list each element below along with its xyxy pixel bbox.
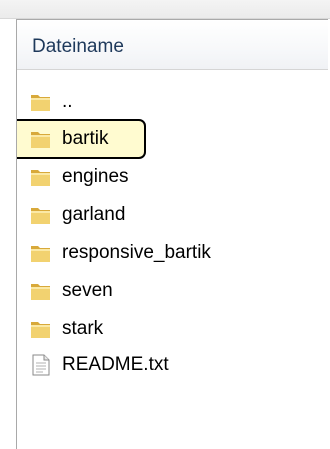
- column-header-filename[interactable]: Dateiname: [17, 20, 328, 70]
- column-header-label: Dateiname: [32, 36, 124, 57]
- folder-icon: [29, 90, 53, 114]
- list-item-engines[interactable]: engines: [17, 160, 328, 194]
- list-item-parent-dir[interactable]: ..: [17, 85, 328, 119]
- list-item-bartik[interactable]: bartik: [17, 119, 328, 159]
- folder-icon: [29, 279, 53, 303]
- list-item-label: README.txt: [62, 354, 169, 375]
- list-item-garland[interactable]: garland: [17, 198, 328, 232]
- folder-icon: [29, 317, 53, 341]
- file-list-pane: Dateiname .. bartik engines garland resp…: [16, 19, 328, 449]
- list-item-stark[interactable]: stark: [17, 312, 328, 346]
- list-item-seven[interactable]: seven: [17, 274, 328, 308]
- folder-icon: [29, 203, 53, 227]
- list-item-readme[interactable]: README.txt: [17, 348, 328, 382]
- window-top-strip: [0, 0, 330, 19]
- list-item-label: responsive_bartik: [62, 242, 211, 263]
- list-item-label: engines: [62, 166, 129, 187]
- folder-icon: [29, 241, 53, 265]
- list-item-responsive-bartik[interactable]: responsive_bartik: [17, 236, 328, 270]
- text-file-icon: [29, 353, 53, 377]
- folder-icon: [29, 127, 53, 151]
- list-item-label: ..: [62, 91, 73, 112]
- folder-icon: [29, 165, 53, 189]
- list-item-label: seven: [62, 280, 113, 301]
- list-item-label: bartik: [62, 128, 109, 149]
- list-item-label: stark: [62, 318, 104, 339]
- list-item-label: garland: [62, 204, 126, 225]
